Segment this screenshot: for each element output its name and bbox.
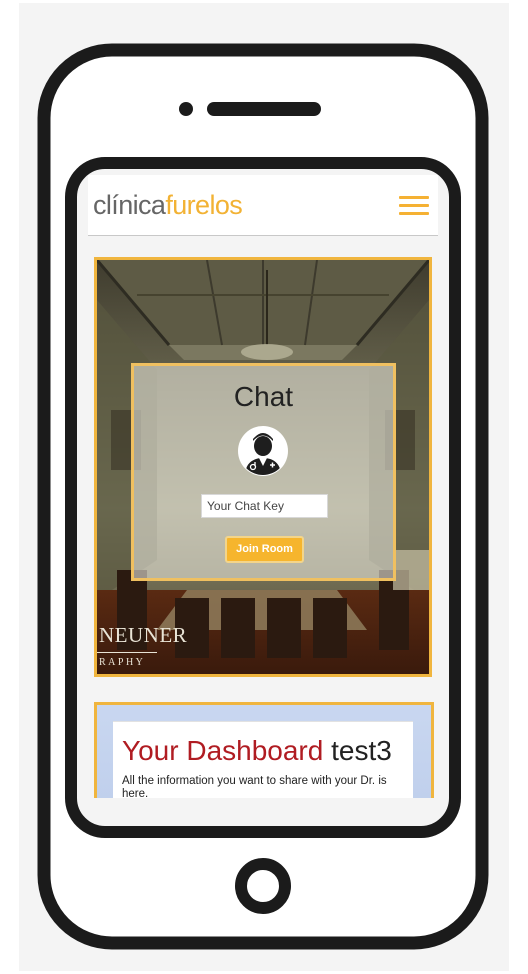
photo-watermark: NEUNER bbox=[99, 623, 188, 647]
dashboard-title: Your Dashboard test3 bbox=[122, 736, 392, 766]
dashboard-username: test3 bbox=[331, 735, 392, 766]
phone-screen: clínicafurelos NEUNER RAPHY Chat Your Ch… bbox=[88, 175, 438, 798]
clinica-furelos-logo[interactable]: clínicafurelos bbox=[93, 190, 243, 220]
chat-title: Chat bbox=[233, 381, 294, 412]
camera-dot bbox=[179, 102, 193, 116]
chat-panel: Chat Join Room bbox=[131, 363, 396, 581]
hamburger-menu-icon[interactable] bbox=[399, 196, 429, 216]
dashboard-card: Your Dashboard test3 All the information… bbox=[113, 721, 413, 798]
menu-bar bbox=[399, 204, 429, 207]
menu-bar bbox=[399, 212, 429, 215]
dashboard-section: Your Dashboard test3 All the information… bbox=[94, 702, 434, 798]
speaker-grille bbox=[207, 102, 321, 116]
chat-hero: NEUNER RAPHY Chat Join Room bbox=[94, 257, 432, 677]
logo-text-clinica: clínica bbox=[93, 190, 166, 220]
dashboard-title-label: Your Dashboard bbox=[122, 735, 324, 766]
photo-watermark-sub: RAPHY bbox=[99, 657, 146, 668]
site-header: clínicafurelos bbox=[88, 175, 438, 236]
menu-bar bbox=[399, 196, 429, 199]
dashboard-description: All the information you want to share wi… bbox=[122, 775, 387, 798]
chat-key-input[interactable] bbox=[201, 494, 328, 518]
join-room-button[interactable]: Join Room bbox=[225, 536, 304, 563]
logo-text-furelos: furelos bbox=[165, 190, 243, 220]
doctor-avatar-icon bbox=[238, 426, 288, 476]
watermark-divider bbox=[97, 652, 157, 653]
